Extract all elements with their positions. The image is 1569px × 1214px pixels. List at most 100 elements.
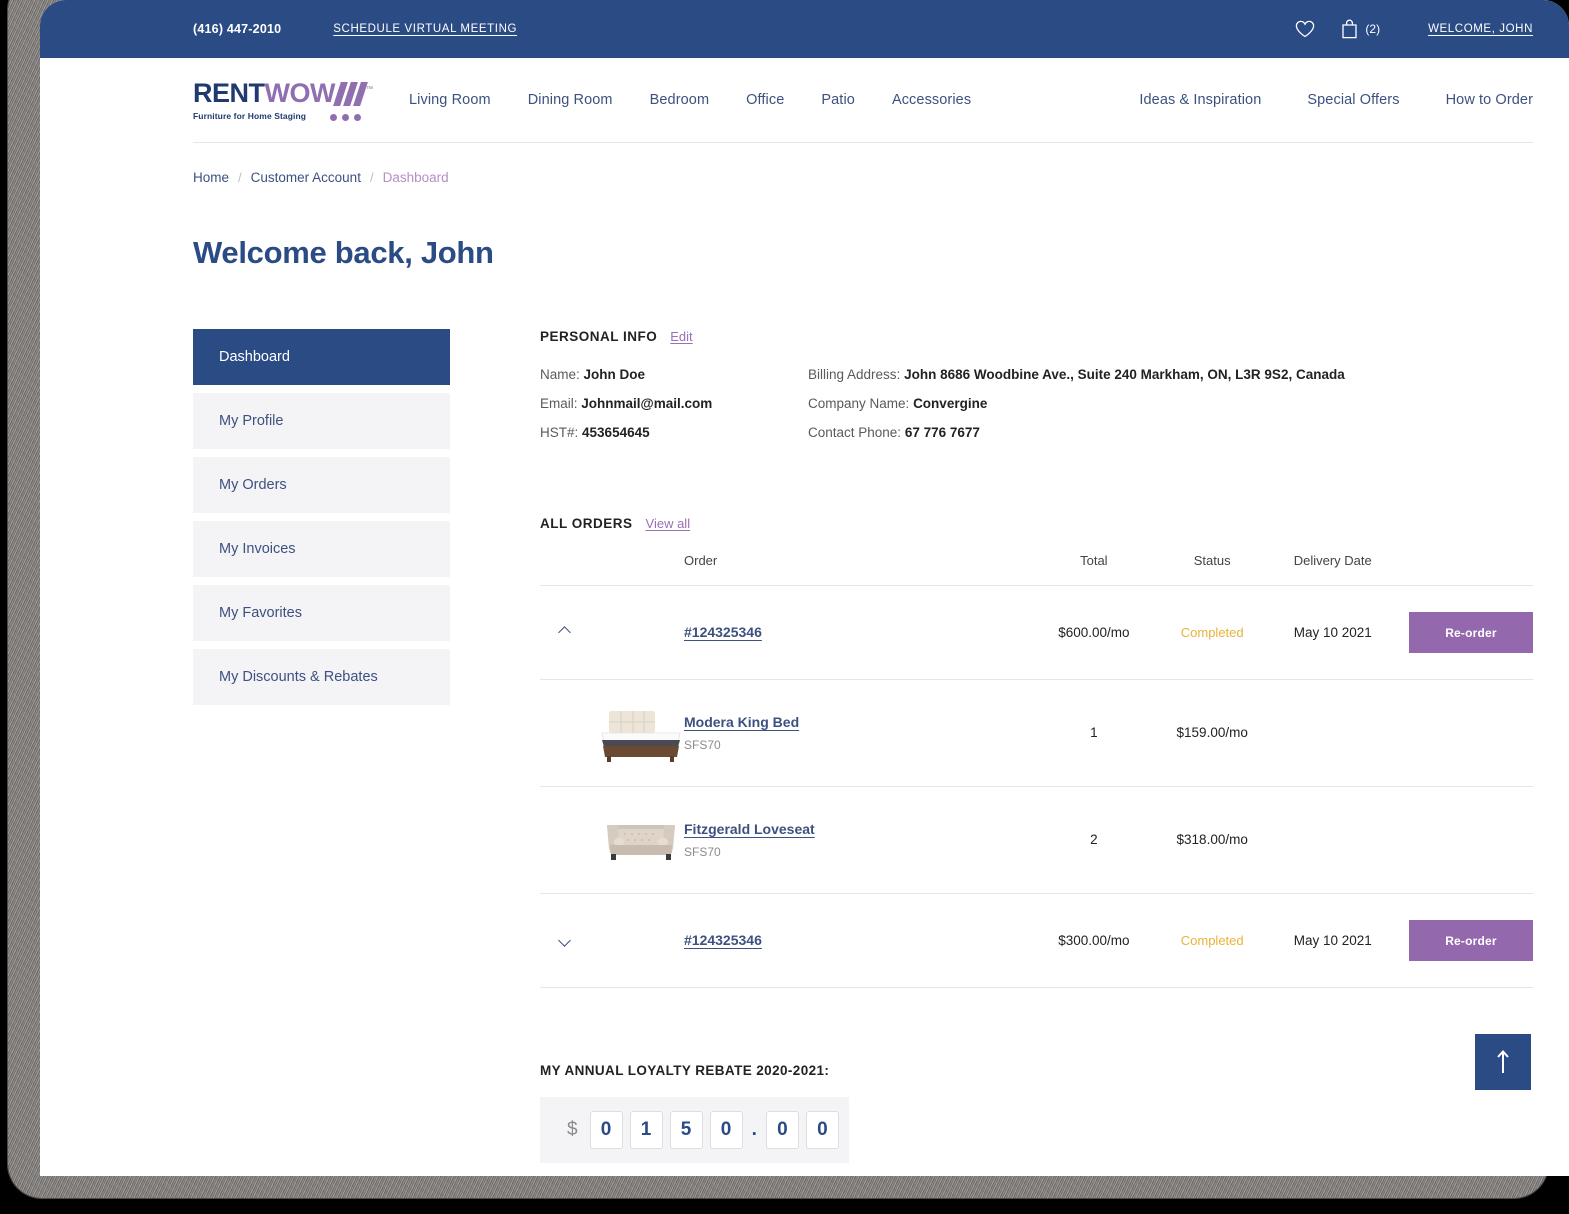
orders-table-head: Order Total Status Delivery Date [540,553,1533,586]
sidebar-item-label: My Favorites [219,605,302,621]
column-status: Status [1156,553,1269,586]
product-name-link[interactable]: Fitzgerald Loveseat [684,821,1032,837]
logo-trademark: ™ [365,85,373,93]
rebate-digit: 0 [709,1111,743,1149]
all-orders-section: ALL ORDERS View all Order Total Status D… [540,516,1533,988]
nav-item-dining-room[interactable]: Dining Room [528,92,613,108]
hst-value: 453654645 [582,425,650,440]
cart-count: (2) [1365,22,1381,36]
sidebar-item-my-profile[interactable]: My Profile [193,393,450,449]
sidebar-item-label: My Orders [219,477,287,493]
edit-personal-info-link[interactable]: Edit [670,329,692,344]
nav-item-how-to-order[interactable]: How to Order [1446,92,1533,108]
account-sidebar: Dashboard My Profile My Orders My Invoic… [193,329,450,1163]
sidebar-item-label: Dashboard [219,349,290,365]
favorites-button[interactable] [1295,20,1315,38]
product-info-cell: Fitzgerald Loveseat SFS70 [684,786,1032,894]
product-name-link[interactable]: Modera King Bed [684,714,1032,730]
utility-bar: (416) 447-2010 SCHEDULE VIRTUAL MEETING … [40,0,1569,58]
breadcrumb-customer-account[interactable]: Customer Account [251,170,361,185]
order-id-link[interactable]: #124325346 [684,624,762,640]
sidebar-item-dashboard[interactable]: Dashboard [193,329,450,385]
cart-button[interactable]: (2) [1341,19,1380,39]
sidebar-item-label: My Discounts & Rebates [219,669,378,685]
sidebar-item-my-discounts-rebates[interactable]: My Discounts & Rebates [193,649,450,705]
list-item: Modera King Bed SFS70 1 $159.00/mo [540,679,1533,787]
personal-info-header: PERSONAL INFO Edit [540,329,1533,344]
logo-dots-icon [329,113,361,121]
sidebar-item-my-favorites[interactable]: My Favorites [193,585,450,641]
column-toggle [540,553,684,586]
dashboard-layout: Dashboard My Profile My Orders My Invoic… [193,329,1533,1163]
page-title: Welcome back, John [193,235,494,270]
logo-text-rent: RENT [193,77,265,108]
personal-info-section: PERSONAL INFO Edit Name: John Doe Email:… [540,329,1533,454]
sidebar-item-label: My Profile [219,413,284,429]
order-toggle-cell [540,585,684,680]
order-id-cell: #124325346 [684,585,1032,680]
billing-address-label: Billing Address: [808,367,901,382]
breadcrumb: Home / Customer Account / Dashboard [193,143,1533,185]
breadcrumb-home[interactable]: Home [193,170,229,185]
chevron-up-icon[interactable] [558,625,571,639]
product-qty-cell: 1 [1031,679,1157,787]
phone-number[interactable]: (416) 447-2010 [193,22,281,36]
orders-table: Order Total Status Delivery Date #124325… [540,553,1533,988]
browser-viewport: (416) 447-2010 SCHEDULE VIRTUAL MEETING … [40,0,1569,1176]
sidebar-item-my-invoices[interactable]: My Invoices [193,521,450,577]
order-toggle-cell [540,893,684,988]
nav-item-bedroom[interactable]: Bedroom [650,92,710,108]
loyalty-rebate-section: MY ANNUAL LOYALTY REBATE 2020-2021: $ 0 … [540,1063,1533,1163]
nav-item-accessories[interactable]: Accessories [892,92,971,108]
logo-text-wow: WOW [264,77,336,108]
product-price: $159.00/mo [1176,725,1248,740]
personal-info-right-column: Billing Address: John 8686 Woodbine Ave.… [808,367,1345,454]
product-spacer-cell-2 [1397,786,1533,894]
secondary-nav: Ideas & Inspiration Special Offers How t… [1139,92,1533,108]
product-quantity: 1 [1090,725,1098,740]
status-badge: Completed [1180,624,1244,640]
info-row-hst: HST#: 453654645 [540,425,808,440]
nav-item-living-room[interactable]: Living Room [409,92,491,108]
nav-item-office[interactable]: Office [746,92,784,108]
reorder-button[interactable]: Re-order [1409,920,1533,961]
sidebar-item-label: My Invoices [219,541,296,557]
view-all-orders-link[interactable]: View all [646,516,691,531]
logo-wordmark: RENT WOW ™ [193,77,373,108]
reorder-button[interactable]: Re-order [1409,612,1533,653]
product-quantity: 2 [1090,832,1098,847]
loyalty-rebate-amount: $ 0 1 5 0 . 0 0 [540,1097,849,1163]
order-status-cell: Completed [1156,893,1269,988]
personal-info-left-column: Name: John Doe Email: Johnmail@mail.com … [540,367,808,454]
welcome-user-link[interactable]: WELCOME, JOHN [1428,23,1533,35]
scroll-to-top-button[interactable] [1475,1034,1531,1090]
order-total: $300.00/mo [1058,932,1130,948]
orders-table-body: #124325346 $600.00/mo Completed May 10 2… [540,585,1533,988]
product-spacer-cell-2 [1397,679,1533,787]
product-qty-cell: 2 [1031,786,1157,894]
sidebar-item-my-orders[interactable]: My Orders [193,457,450,513]
company-label: Company Name: [808,396,910,411]
order-id-cell: #124325346 [684,893,1032,988]
order-total-cell: $600.00/mo [1031,585,1157,680]
order-action-cell: Re-order [1397,893,1533,988]
table-row: #124325346 $600.00/mo Completed May 10 2… [540,585,1533,680]
nav-item-ideas-inspiration[interactable]: Ideas & Inspiration [1139,92,1261,108]
nav-item-patio[interactable]: Patio [821,92,855,108]
order-action-cell: Re-order [1397,585,1533,680]
chevron-down-icon[interactable] [558,933,571,947]
nav-item-special-offers[interactable]: Special Offers [1307,92,1399,108]
site-logo[interactable]: RENT WOW ™ Furniture for Home Staging [193,77,373,121]
order-delivery-date: May 10 2021 [1293,624,1372,640]
personal-info-grid: Name: John Doe Email: Johnmail@mail.com … [540,367,1533,454]
utility-bar-right: (2) WELCOME, JOHN [1295,19,1533,39]
all-orders-header: ALL ORDERS View all [540,516,1533,531]
schedule-meeting-link[interactable]: SCHEDULE VIRTUAL MEETING [333,23,517,35]
dashboard-content: PERSONAL INFO Edit Name: John Doe Email:… [540,329,1533,1163]
order-total-cell: $300.00/mo [1031,893,1157,988]
product-price: $318.00/mo [1176,832,1248,847]
order-status-cell: Completed [1156,585,1269,680]
breadcrumb-separator: / [238,170,242,185]
order-id-link[interactable]: #124325346 [684,932,762,948]
info-row-contact-phone: Contact Phone: 67 776 7677 [808,425,1345,440]
